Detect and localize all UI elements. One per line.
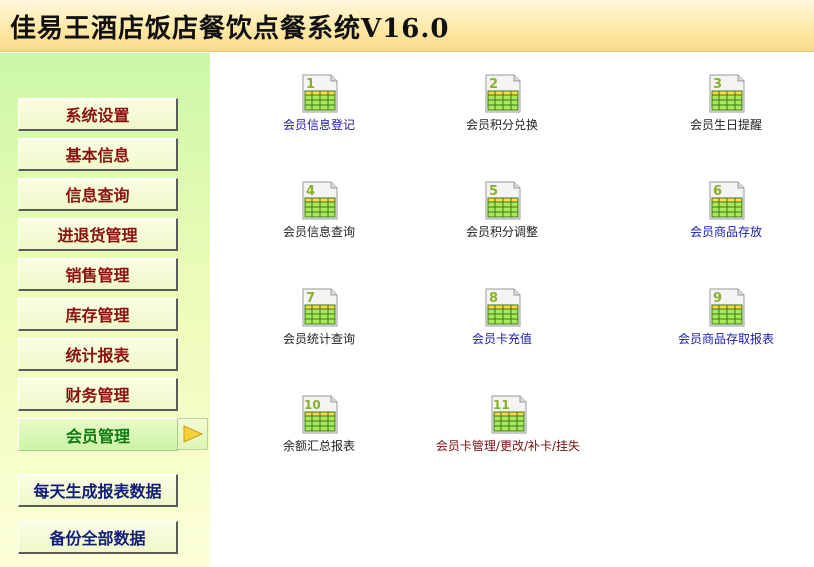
- item-label: 会员统计查询: [282, 332, 355, 346]
- arrow-right-icon: [183, 425, 203, 443]
- spreadsheet-icon: 6: [709, 181, 745, 220]
- item-number: 9: [713, 291, 722, 306]
- member-info-query-item[interactable]: 4 会员信息查询: [219, 181, 419, 243]
- nav-inventory[interactable]: 库存管理: [18, 298, 178, 331]
- item-label: 会员信息登记: [282, 118, 355, 132]
- nav-info-query[interactable]: 信息查询: [18, 178, 178, 211]
- spreadsheet-icon: 3: [709, 74, 745, 113]
- item-number: 5: [489, 184, 498, 199]
- item-label: 会员商品存取报表: [677, 332, 774, 346]
- nav-sales[interactable]: 销售管理: [18, 258, 178, 291]
- item-label: 会员信息查询: [282, 225, 355, 239]
- goods-storage-item[interactable]: 6 会员商品存放: [626, 181, 814, 243]
- member-stats-query-item[interactable]: 7 会员统计查询: [219, 288, 419, 350]
- spreadsheet-icon: 11: [491, 395, 527, 434]
- nav-system-settings[interactable]: 系统设置: [18, 98, 178, 131]
- points-adjust-item[interactable]: 5 会员积分调整: [402, 181, 602, 243]
- item-label: 会员卡充值: [471, 332, 532, 346]
- daily-report-button[interactable]: 每天生成报表数据: [18, 474, 178, 507]
- app-title: 佳易王酒店饭店餐饮点餐系统V16.0: [10, 14, 450, 44]
- item-number: 8: [489, 291, 498, 306]
- item-number: 2: [489, 77, 498, 92]
- card-management-item[interactable]: 11 会员卡管理/更改/补卡/挂失: [408, 395, 608, 457]
- nav-finance[interactable]: 财务管理: [18, 378, 178, 411]
- backup-all-data-button[interactable]: 备份全部数据: [18, 521, 178, 554]
- spreadsheet-icon: 9: [709, 288, 745, 327]
- nav-reports[interactable]: 统计报表: [18, 338, 178, 371]
- item-number: 6: [713, 184, 722, 199]
- spreadsheet-icon: 1: [302, 74, 338, 113]
- spreadsheet-icon: 7: [302, 288, 338, 327]
- item-label: 会员积分调整: [465, 225, 538, 239]
- item-number: 11: [493, 398, 510, 412]
- spreadsheet-icon: 5: [485, 181, 521, 220]
- nav-member-management[interactable]: 会员管理: [18, 418, 178, 451]
- member-register-item[interactable]: 1 会员信息登记: [219, 74, 419, 136]
- item-number: 4: [306, 184, 315, 199]
- item-label: 会员积分兑换: [465, 118, 538, 132]
- spreadsheet-icon: 2: [485, 74, 521, 113]
- item-label: 会员生日提醒: [689, 118, 762, 132]
- card-recharge-item[interactable]: 8 会员卡充值: [402, 288, 602, 350]
- spreadsheet-icon: 10: [302, 395, 338, 434]
- item-label: 余额汇总报表: [282, 439, 355, 453]
- item-label: 会员商品存放: [689, 225, 762, 239]
- item-number: 3: [713, 77, 722, 92]
- goods-storage-report-item[interactable]: 9 会员商品存取报表: [626, 288, 814, 350]
- item-number: 7: [306, 291, 315, 306]
- spreadsheet-icon: 4: [302, 181, 338, 220]
- item-number: 1: [306, 77, 315, 92]
- birthday-reminder-item[interactable]: 3 会员生日提醒: [626, 74, 814, 136]
- item-number: 10: [304, 398, 321, 412]
- spreadsheet-icon: 8: [485, 288, 521, 327]
- nav-basic-info[interactable]: 基本信息: [18, 138, 178, 171]
- active-indicator: [178, 418, 208, 450]
- points-exchange-item[interactable]: 2 会员积分兑换: [402, 74, 602, 136]
- item-label: 会员卡管理/更改/补卡/挂失: [435, 439, 581, 453]
- balance-summary-item[interactable]: 10 余额汇总报表: [219, 395, 419, 457]
- title-bar: 佳易王酒店饭店餐饮点餐系统V16.0: [0, 0, 814, 52]
- nav-purchase-return[interactable]: 进退货管理: [18, 218, 178, 251]
